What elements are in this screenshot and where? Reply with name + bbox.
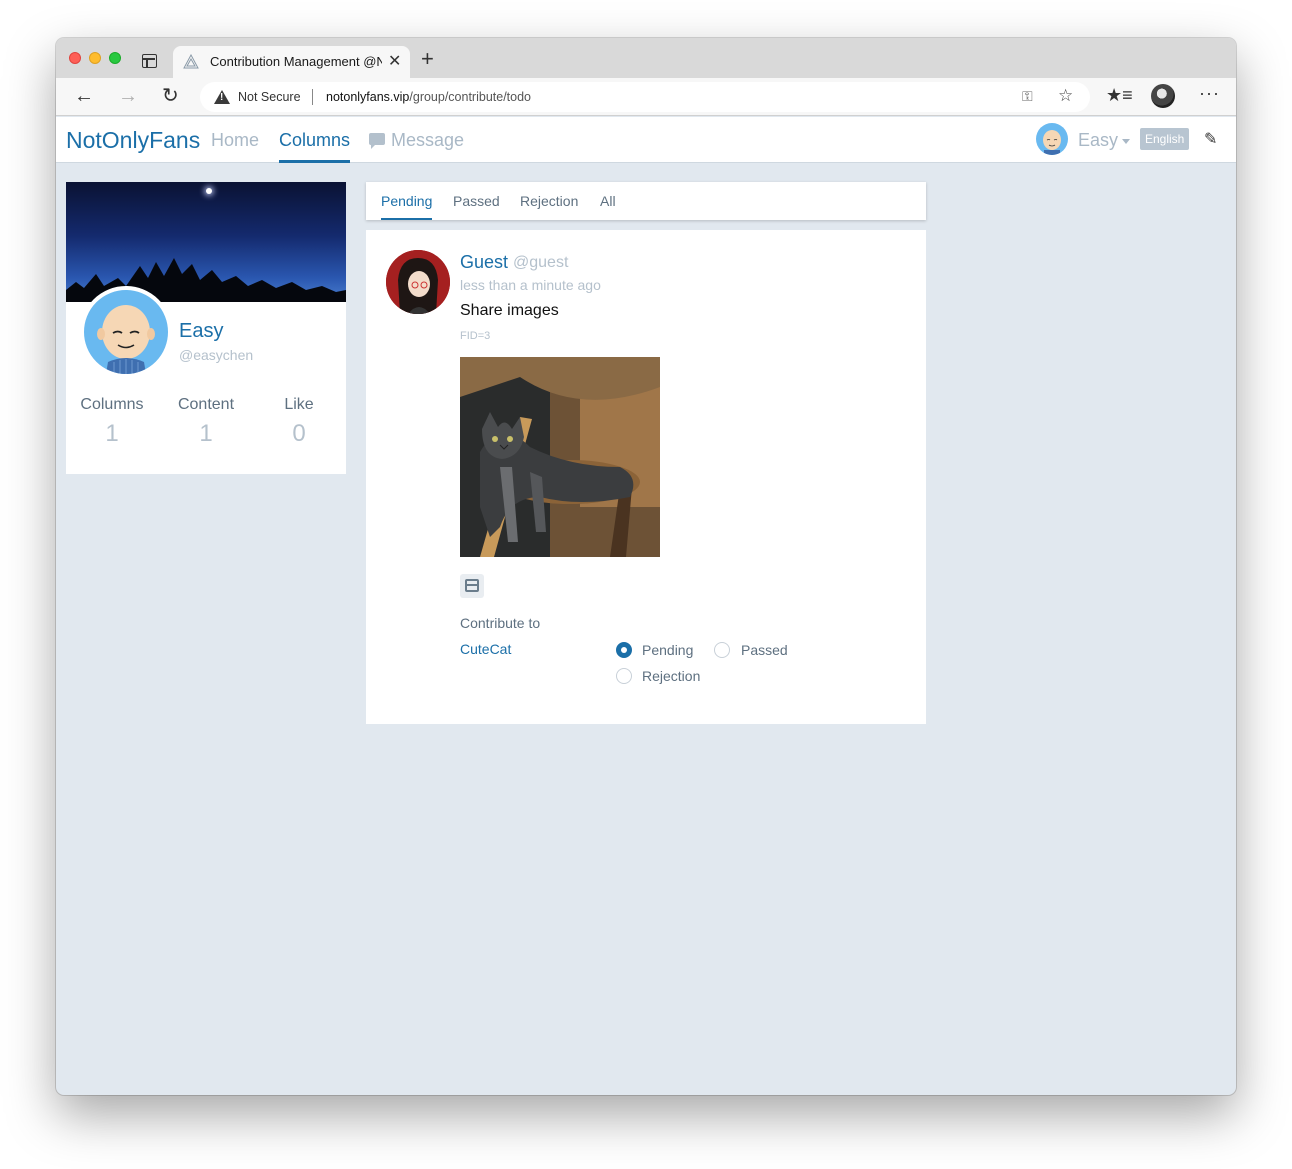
tab-pending[interactable]: Pending xyxy=(381,193,433,220)
brand-logo[interactable]: NotOnlyFans xyxy=(66,127,200,154)
close-window-button[interactable] xyxy=(69,52,81,64)
contribute-to-label: Contribute to xyxy=(460,615,541,631)
contribution-tabs: Pending Passed Rejection All xyxy=(366,182,926,220)
browser-window: Contribution Management @NotOnlyFans ✕ +… xyxy=(56,38,1236,1095)
nav-message[interactable]: Message xyxy=(369,130,464,151)
caret-down-icon[interactable] xyxy=(1122,139,1130,144)
tab-rejection[interactable]: Rejection xyxy=(520,193,578,209)
back-icon[interactable]: ← xyxy=(74,85,94,107)
stat-content-label: Content xyxy=(177,396,235,413)
browser-toolbar: ← → ↻ Not Secure notonlyfans.vip/group/c… xyxy=(56,78,1236,116)
post-text: Share images xyxy=(460,302,559,319)
avatar-face xyxy=(1043,130,1061,155)
profile-avatar[interactable] xyxy=(80,286,172,378)
post-timestamp[interactable]: less than a minute ago xyxy=(460,277,601,293)
post-author-name[interactable]: Guest xyxy=(460,252,508,273)
forward-icon[interactable]: → xyxy=(118,85,138,107)
zoom-window-button[interactable] xyxy=(109,52,121,64)
security-label[interactable]: Not Secure xyxy=(238,90,301,104)
message-icon xyxy=(369,133,385,149)
contribute-group-link[interactable]: CuteCat xyxy=(460,641,511,657)
radio-rejection[interactable] xyxy=(616,668,632,684)
site-header: NotOnlyFans Home Columns Message Easy En… xyxy=(56,117,1236,163)
profile-name[interactable]: Easy xyxy=(179,320,223,343)
profile-handle: @easychen xyxy=(179,347,254,363)
favorites-icon[interactable]: ★≡ xyxy=(1106,85,1133,106)
tab-bar: Contribution Management @NotOnlyFans ✕ + xyxy=(56,38,1236,78)
nav-home[interactable]: Home xyxy=(211,130,259,151)
nav-message-label: Message xyxy=(391,130,465,150)
post-image[interactable] xyxy=(460,357,660,557)
header-avatar[interactable] xyxy=(1036,123,1068,155)
header-username[interactable]: Easy xyxy=(1078,130,1118,151)
stat-columns-value: 1 xyxy=(105,420,119,447)
tab-title: Contribution Management @NotOnlyFans xyxy=(210,54,382,69)
browser-tab[interactable]: Contribution Management @NotOnlyFans ✕ xyxy=(173,46,410,78)
tabs-icon[interactable] xyxy=(142,54,157,68)
stat-like-label: Like xyxy=(284,396,314,413)
cat-photo xyxy=(460,357,660,557)
add-favorite-icon[interactable]: ☆ xyxy=(1058,86,1073,106)
address-divider xyxy=(312,89,313,105)
url-text[interactable]: notonlyfans.vip/group/contribute/todo xyxy=(326,90,531,104)
minimize-window-button[interactable] xyxy=(89,52,101,64)
stat-like-value: 0 xyxy=(292,420,306,447)
tab-all[interactable]: All xyxy=(600,193,616,209)
warning-icon xyxy=(214,90,230,104)
language-button[interactable]: English xyxy=(1140,128,1190,150)
address-bar[interactable]: Not Secure notonlyfans.vip/group/contrib… xyxy=(200,82,1090,112)
tree-silhouette xyxy=(66,258,346,302)
radio-pending-label[interactable]: Pending xyxy=(642,642,693,658)
post-author-avatar[interactable] xyxy=(386,250,450,314)
new-tab-button[interactable]: + xyxy=(421,48,434,70)
post-author-handle: @guest xyxy=(513,254,569,271)
more-icon[interactable]: ··· xyxy=(1199,83,1220,104)
radio-rejection-label[interactable]: Rejection xyxy=(642,668,700,684)
favicon-icon xyxy=(183,54,199,69)
stat-columns-label: Columns xyxy=(80,396,144,413)
edit-icon[interactable]: ✎ xyxy=(1204,129,1217,149)
radio-passed-label[interactable]: Passed xyxy=(741,642,788,658)
avatar-illustration xyxy=(386,250,450,314)
profile-card: Easy @easychen Columns 1 Content 1 Like … xyxy=(66,182,346,474)
radio-pending[interactable] xyxy=(616,642,632,658)
profile-cover-image xyxy=(66,182,346,302)
url-host: notonlyfans.vip xyxy=(326,90,410,104)
close-tab-icon[interactable]: ✕ xyxy=(388,51,401,71)
tab-passed[interactable]: Passed xyxy=(453,193,500,209)
profile-icon[interactable] xyxy=(1151,84,1175,108)
reload-icon[interactable]: ↻ xyxy=(162,85,179,107)
stat-content-value: 1 xyxy=(199,420,213,447)
url-path: /group/contribute/todo xyxy=(409,90,532,104)
avatar-face xyxy=(97,305,155,374)
contribution-post: Guest @guest less than a minute ago Shar… xyxy=(366,230,926,724)
nav-columns[interactable]: Columns xyxy=(279,130,351,163)
post-fid: FID=3 xyxy=(460,330,491,342)
radio-passed[interactable] xyxy=(714,642,730,658)
key-icon[interactable]: ⚿ xyxy=(1022,88,1033,105)
archive-box-icon[interactable] xyxy=(460,574,484,598)
